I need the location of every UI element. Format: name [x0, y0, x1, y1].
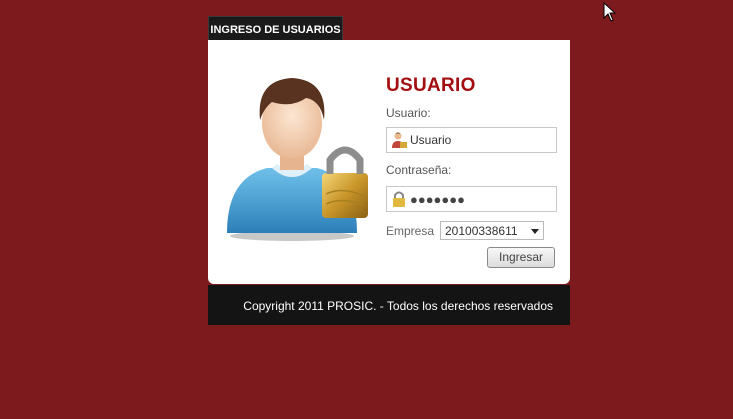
- login-button[interactable]: Ingresar: [487, 247, 555, 268]
- copyright-footer: Copyright 2011 PROSIC. - Todos los derec…: [208, 285, 570, 325]
- mouse-pointer-icon: [603, 2, 617, 22]
- password-value: ●●●●●●●: [410, 191, 465, 207]
- lock-icon: [393, 191, 405, 207]
- login-tab: INGRESO DE USUARIOS: [208, 16, 343, 41]
- company-label: Empresa: [386, 224, 435, 238]
- password-input[interactable]: ●●●●●●●: [386, 186, 557, 212]
- password-label: Contraseña:: [386, 163, 452, 177]
- username-input[interactable]: Usuario: [386, 127, 557, 153]
- username-value: Usuario: [410, 133, 452, 147]
- login-panel: USUARIO Usuario: Usuario Contraseña: ●●●…: [208, 40, 570, 284]
- chevron-down-icon: [531, 229, 539, 234]
- username-label: Usuario:: [386, 106, 431, 120]
- user-icon: [392, 132, 407, 148]
- company-select-value: 20100338611: [445, 224, 518, 238]
- login-heading: USUARIO: [386, 75, 476, 96]
- user-lock-icon: [227, 78, 368, 241]
- company-select[interactable]: 20100338611: [440, 221, 544, 240]
